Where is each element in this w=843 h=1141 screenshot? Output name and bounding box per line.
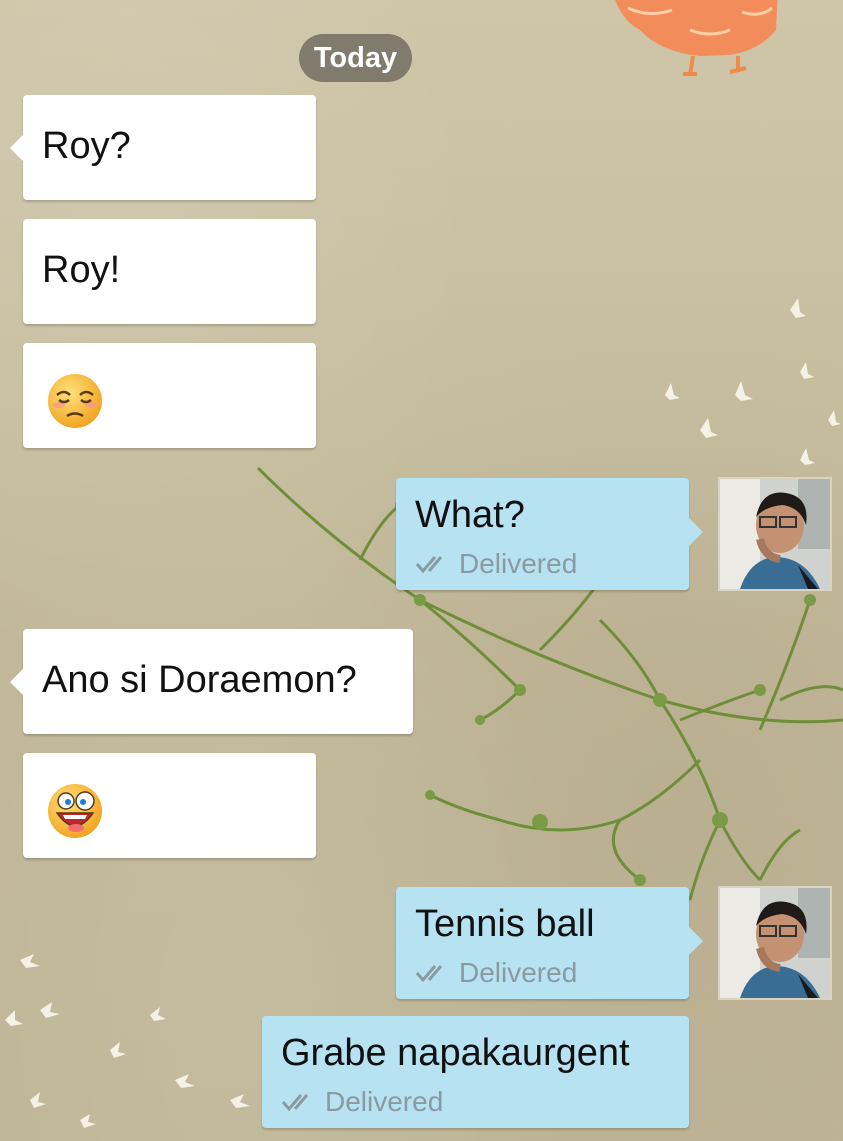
outgoing-message-bubble[interactable]: Grabe napakaurgent Delivered bbox=[262, 1016, 689, 1128]
outgoing-message-bubble[interactable]: What? Delivered bbox=[396, 478, 703, 590]
delivery-status: Delivered bbox=[281, 1086, 443, 1118]
message-text: Tennis ball bbox=[415, 903, 595, 945]
user-avatar[interactable] bbox=[718, 886, 832, 1000]
double-check-icon bbox=[281, 1094, 309, 1112]
laughing-face-emoji bbox=[48, 784, 102, 838]
message-text: Grabe napakaurgent bbox=[281, 1032, 630, 1074]
avatar-photo bbox=[720, 479, 830, 589]
message-text: Ano si Doraemon? bbox=[42, 659, 357, 701]
delivery-status: Delivered bbox=[415, 548, 577, 580]
double-check-icon bbox=[415, 965, 443, 983]
delivery-status-text: Delivered bbox=[325, 1086, 444, 1117]
date-divider: Today bbox=[299, 34, 412, 82]
sad-face-emoji bbox=[48, 374, 102, 428]
message-text: Roy? bbox=[42, 125, 131, 167]
owl-decoration bbox=[615, 0, 778, 76]
incoming-message-bubble[interactable]: Roy? bbox=[10, 95, 316, 200]
delivery-status-text: Delivered bbox=[459, 957, 578, 988]
avatar-photo bbox=[720, 888, 830, 998]
delivery-status: Delivered bbox=[415, 957, 577, 989]
incoming-message-bubble[interactable] bbox=[23, 343, 316, 448]
outgoing-message-bubble[interactable]: Tennis ball Delivered bbox=[396, 887, 703, 999]
delivery-status-text: Delivered bbox=[459, 548, 578, 579]
double-check-icon bbox=[415, 556, 443, 574]
incoming-message-bubble[interactable] bbox=[23, 753, 316, 858]
message-text: Roy! bbox=[42, 249, 121, 291]
incoming-message-bubble[interactable]: Roy! bbox=[23, 219, 316, 324]
user-avatar[interactable] bbox=[718, 477, 832, 591]
message-text: What? bbox=[415, 494, 525, 536]
incoming-message-bubble[interactable]: Ano si Doraemon? bbox=[10, 629, 413, 734]
